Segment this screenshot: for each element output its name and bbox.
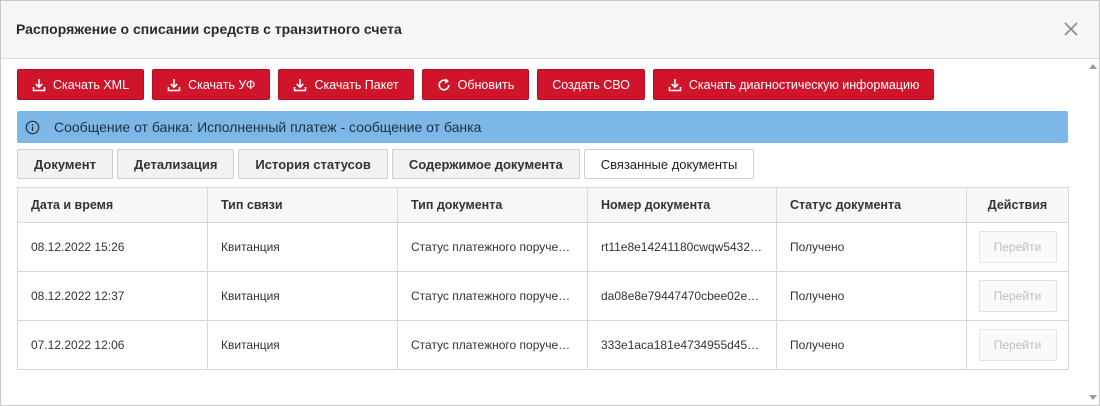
scroll-up-arrow-icon[interactable] [1089,64,1097,69]
cell-actions: Перейти [966,320,1069,370]
related-documents-table: Дата и время Тип связи Тип документа Ном… [17,187,1069,370]
bank-message-alert: Сообщение от банка: Исполненный платеж -… [17,111,1068,143]
cell-doc-type: Статус платежного поручен... [397,271,588,321]
cell-link-type: Квитанция [207,320,398,370]
cell-link-type: Квитанция [207,222,398,272]
tab-document[interactable]: Документ [17,149,113,179]
download-uf-button[interactable]: Скачать УФ [152,69,271,100]
column-header-datetime[interactable]: Дата и время [17,187,208,223]
column-header-doc-number[interactable]: Номер документа [587,187,777,223]
cell-datetime: 08.12.2022 12:37 [17,271,208,321]
cell-actions: Перейти [966,271,1069,321]
alert-text: Сообщение от банка: Исполненный платеж -… [54,119,482,135]
column-header-doc-type[interactable]: Тип документа [397,187,588,223]
tab-details[interactable]: Детализация [117,149,235,179]
go-button[interactable]: Перейти [978,329,1057,361]
table-header-row: Дата и время Тип связи Тип документа Ном… [17,187,1069,223]
tab-related-documents[interactable]: Связанные документы [583,149,755,179]
column-header-link-type[interactable]: Тип связи [207,187,398,223]
refresh-label: Обновить [457,77,515,92]
table-row: 07.12.2022 12:06 Квитанция Статус платеж… [17,320,1069,370]
create-svo-label: Создать СВО [552,77,630,92]
cell-status: Получено [776,320,967,370]
close-icon [1064,22,1078,36]
download-uf-label: Скачать УФ [188,77,256,92]
info-icon [25,120,40,134]
cell-datetime: 07.12.2022 12:06 [17,320,208,370]
create-svo-button[interactable]: Создать СВО [537,69,645,100]
scroll-down-arrow-icon[interactable] [1089,395,1097,400]
toolbar: Скачать XML Скачать УФ Скачать Пакет Обн… [17,69,935,100]
download-xml-label: Скачать XML [53,77,130,92]
cell-doc-type: Статус платежного поручен... [397,222,588,272]
cell-status: Получено [776,222,967,272]
download-icon [294,78,307,91]
table-row: 08.12.2022 12:37 Квитанция Статус платеж… [17,271,1069,321]
dialog-title: Распоряжение о списании средств с транзи… [16,21,402,37]
close-button[interactable] [1061,19,1081,39]
go-button[interactable]: Перейти [978,280,1057,312]
download-icon [668,78,682,91]
download-xml-button[interactable]: Скачать XML [17,69,145,100]
download-diagnostics-label: Скачать диагностическую информацию [688,77,920,92]
go-button[interactable]: Перейти [978,231,1057,263]
download-icon [167,78,181,91]
download-package-button[interactable]: Скачать Пакет [278,69,414,100]
cell-doc-type: Статус платежного поручен... [397,320,588,370]
tab-bar: Документ Детализация История статусов Со… [17,149,755,180]
refresh-icon [438,78,450,91]
dialog: Распоряжение о списании средств с транзи… [0,0,1100,406]
download-icon [32,78,46,91]
cell-doc-number: 333e1aca181e4734955d4574... [587,320,777,370]
download-diagnostics-button[interactable]: Скачать диагностическую информацию [652,69,935,100]
column-header-doc-status[interactable]: Статус документа [776,187,967,223]
cell-doc-number: da08e8e79447470cbee02e8b... [587,271,777,321]
refresh-button[interactable]: Обновить [421,69,530,100]
column-header-actions: Действия [966,187,1069,223]
download-package-label: Скачать Пакет [314,77,399,92]
tab-status-history[interactable]: История статусов [238,149,388,179]
vertical-scrollbar[interactable] [1085,59,1099,405]
cell-actions: Перейти [966,222,1069,272]
table-row: 08.12.2022 15:26 Квитанция Статус платеж… [17,222,1069,272]
cell-doc-number: rt11e8e14241180cwqw5432e... [587,222,777,272]
cell-link-type: Квитанция [207,271,398,321]
tab-document-content[interactable]: Содержимое документа [391,149,580,179]
cell-datetime: 08.12.2022 15:26 [17,222,208,272]
dialog-header: Распоряжение о списании средств с транзи… [1,1,1099,59]
cell-status: Получено [776,271,967,321]
